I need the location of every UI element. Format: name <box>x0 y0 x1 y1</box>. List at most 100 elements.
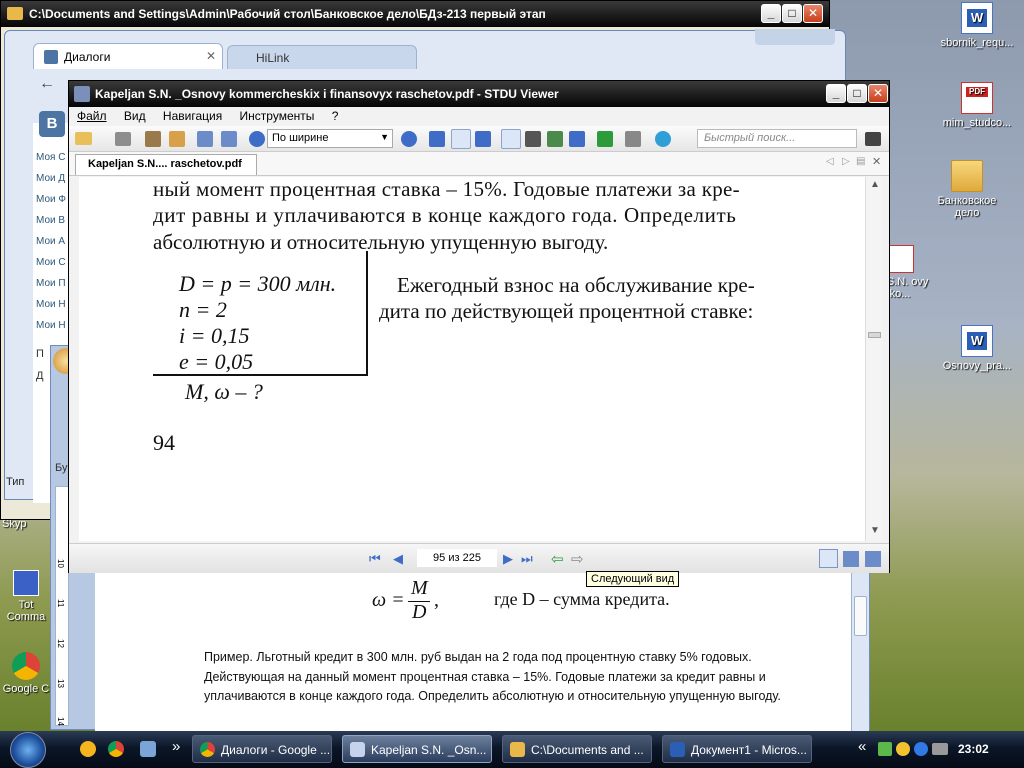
desktop-icon-total-commander[interactable]: Tot Comma <box>0 570 52 623</box>
tray-battery-icon[interactable] <box>932 743 948 755</box>
snapshot-icon[interactable] <box>569 131 585 147</box>
word-doc-icon: W <box>961 325 993 357</box>
formula-comma: , <box>434 589 439 611</box>
task-word[interactable]: Документ1 - Micros... <box>662 735 812 763</box>
start-button[interactable] <box>10 732 46 768</box>
quicklaunch-icon-3[interactable] <box>140 741 156 757</box>
side-item[interactable]: Мои Д <box>36 173 72 194</box>
quicklaunch-more[interactable]: » <box>172 738 180 755</box>
formula-rest: где D – сумма кредита. <box>494 589 670 609</box>
close-button[interactable]: ✕ <box>868 84 888 103</box>
maximize-button[interactable]: □ <box>847 84 867 103</box>
continuous-view-icon[interactable] <box>865 551 881 567</box>
chrome-window-controls <box>755 29 835 45</box>
minimize-button[interactable]: _ <box>826 84 846 103</box>
clock[interactable]: 23:02 <box>958 742 989 756</box>
quick-search-input[interactable]: Быстрый поиск... <box>697 129 857 148</box>
open-folder-icon[interactable] <box>75 132 92 145</box>
single-page-view-icon[interactable] <box>819 549 838 568</box>
tab-dialogs[interactable]: Диалоги ✕ <box>33 43 223 69</box>
tray-info-icon[interactable] <box>914 742 928 756</box>
two-pages-icon[interactable] <box>625 131 641 147</box>
formula-lhs: ω = <box>372 589 405 611</box>
tray-antivirus-icon[interactable] <box>896 742 910 756</box>
quicklaunch-icon-1[interactable] <box>80 741 96 757</box>
select-text-icon[interactable] <box>525 131 541 147</box>
grid-view-icon[interactable] <box>843 551 859 567</box>
close-tab-icon[interactable]: ✕ <box>872 155 881 168</box>
desktop-icon-folder[interactable]: Банковское дело <box>925 160 1009 219</box>
tab-prev-icon[interactable]: ◁ <box>826 156 834 167</box>
side-item[interactable]: Мои Ф <box>36 194 72 215</box>
prev-page-icon[interactable]: ◀ <box>393 551 403 567</box>
tab-list-icon[interactable]: ▤ <box>856 156 865 167</box>
rotate-icon[interactable] <box>221 131 237 147</box>
menu-navigation[interactable]: Навигация <box>163 109 222 123</box>
task-stdu[interactable]: Kapeljan S.N. _Osn... <box>342 735 492 763</box>
side-item[interactable]: Мои П <box>36 278 72 299</box>
vk-logo-icon[interactable]: В <box>39 111 65 137</box>
right-text-line: Ежегодный взнос на обслуживание кре- <box>397 273 755 297</box>
tray-network-icon[interactable] <box>878 742 892 756</box>
tab-next-icon[interactable]: ▷ <box>842 156 850 167</box>
select-image-icon[interactable] <box>547 131 563 147</box>
doc-tab[interactable]: Kapeljan S.N.... raschetov.pdf <box>75 154 257 175</box>
scroll-up-icon[interactable]: ▲ <box>870 179 880 190</box>
side-item[interactable]: Мои Н <box>36 299 72 320</box>
menu-tools[interactable]: Инструменты <box>240 109 315 123</box>
side-item[interactable]: Мои В <box>36 215 72 236</box>
globe-icon[interactable] <box>655 131 671 147</box>
hand-tool-icon[interactable] <box>501 129 521 149</box>
scroll-thumb[interactable] <box>868 332 881 338</box>
next-view-icon[interactable]: ⇨ <box>571 550 584 568</box>
stdu-vscrollbar[interactable]: ▲ ▼ <box>865 177 883 541</box>
fit-page-icon[interactable] <box>429 131 445 147</box>
next-page-icon[interactable]: ▶ <box>503 551 513 567</box>
page-indicator[interactable]: 95 из 225 <box>417 549 497 567</box>
side-item[interactable]: Моя С <box>36 152 72 173</box>
side-item[interactable]: Мои Н <box>36 320 72 341</box>
print-icon[interactable] <box>115 132 131 146</box>
scroll-thumb[interactable] <box>854 596 867 636</box>
binoculars-icon[interactable] <box>865 132 881 146</box>
sync-icon[interactable] <box>597 131 613 147</box>
image-export-icon[interactable] <box>145 131 161 147</box>
menu-help[interactable]: ? <box>332 109 339 123</box>
back-arrow-icon[interactable]: ← <box>39 75 55 93</box>
edit-icon[interactable] <box>169 131 185 147</box>
close-icon[interactable]: ✕ <box>206 49 216 63</box>
side-item[interactable]: Мои С <box>36 257 72 278</box>
formula-denominator: D <box>412 601 427 623</box>
pdf-icon: PDF <box>961 82 993 114</box>
desktop-icon-mim[interactable]: PDF mim_studco... <box>935 82 1019 129</box>
task-label: C:\Documents and ... <box>531 743 644 757</box>
zoom-in-icon[interactable] <box>401 131 417 147</box>
taskbar: » Диалоги - Google ... Kapeljan S.N. _Os… <box>0 731 1024 768</box>
task-explorer[interactable]: C:\Documents and ... <box>502 735 652 763</box>
maximize-button[interactable]: □ <box>782 4 802 23</box>
first-page-icon[interactable]: ⏮ <box>369 551 381 567</box>
side-item[interactable]: Мои А <box>36 236 72 257</box>
desktop-icon-sbornik[interactable]: W sbornik_requ... <box>935 2 1019 49</box>
zoom-out-icon[interactable] <box>249 131 265 147</box>
task-chrome[interactable]: Диалоги - Google ... <box>192 735 332 763</box>
quicklaunch-chrome-icon[interactable] <box>108 741 124 757</box>
minimize-button[interactable]: _ <box>761 4 781 23</box>
stdu-window: Kapeljan S.N. _Osnovy kommercheskix i fi… <box>68 80 890 573</box>
desktop-icon-osnovy[interactable]: W Osnovy_pra... <box>935 325 1019 372</box>
zoom-select[interactable]: По ширине ▼ <box>267 129 393 148</box>
document-view[interactable]: ный момент процентная ставка – 15%. Годо… <box>79 177 865 541</box>
word-scrollbar[interactable] <box>851 566 869 731</box>
fit-height-icon[interactable] <box>475 131 491 147</box>
close-button[interactable]: ✕ <box>803 4 823 23</box>
previous-view-icon[interactable]: ⇦ <box>551 550 564 568</box>
menu-file[interactable]: Файл <box>77 109 107 123</box>
last-page-icon[interactable]: ⏭ <box>521 551 533 567</box>
tab-hilink[interactable]: HiLink <box>227 45 417 69</box>
desktop-icon-chrome[interactable]: Google C <box>0 652 52 695</box>
tray-expand[interactable]: « <box>858 738 866 755</box>
copy-page-icon[interactable] <box>197 131 213 147</box>
scroll-down-icon[interactable]: ▼ <box>870 525 880 536</box>
menu-view[interactable]: Вид <box>124 109 146 123</box>
fit-width-icon[interactable] <box>451 129 471 149</box>
